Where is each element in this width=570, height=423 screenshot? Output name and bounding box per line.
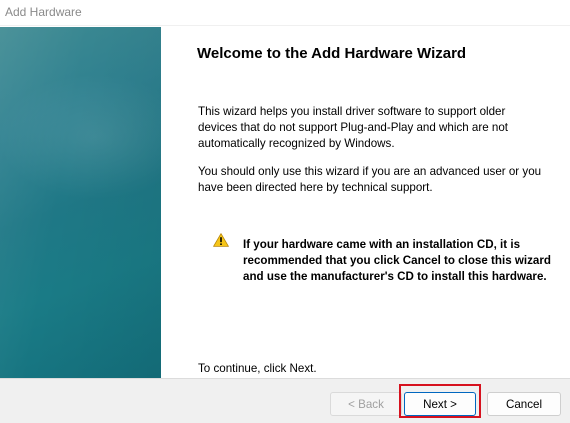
wizard-footer: < Back Next > Cancel [0,378,570,423]
back-button[interactable]: < Back [330,392,402,416]
continue-instruction: To continue, click Next. [198,362,317,375]
title-bar: Add Hardware [0,0,570,26]
wizard-heading: Welcome to the Add Hardware Wizard [197,45,467,62]
add-hardware-window: Add Hardware Welcome to the Add Hardware… [0,0,570,423]
wizard-advanced-note: You should only use this wizard if you a… [198,165,542,194]
installation-cd-warning: If your hardware came with an installati… [243,238,551,283]
next-button-highlight [399,384,481,418]
wizard-content: Welcome to the Add Hardware Wizard This … [161,27,570,378]
window-title: Add Hardware [5,5,82,19]
wizard-description: This wizard helps you install driver sof… [198,105,509,150]
warning-icon [213,233,229,247]
wizard-side-banner [0,27,161,378]
cancel-button[interactable]: Cancel [487,392,561,416]
